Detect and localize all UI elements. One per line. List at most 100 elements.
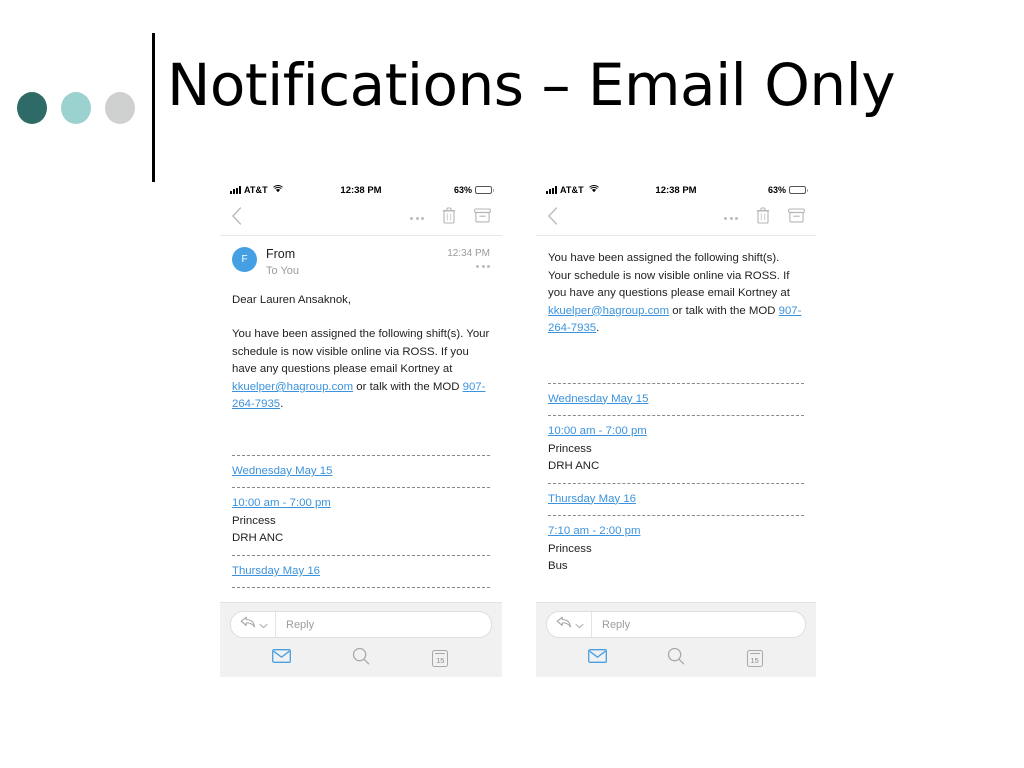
email-paragraph-text: You have been assigned the following shi…: [232, 328, 490, 376]
avatar: F: [232, 247, 257, 272]
tab-search[interactable]: [659, 647, 693, 669]
battery-percent-label: 63%: [767, 185, 786, 195]
battery-percent-label: 63%: [453, 185, 472, 195]
phone-screenshot-left: AT&T 12:38 PM 63% F From To You 12:34 PM…: [220, 175, 502, 677]
schedule-detail-line: DRH ANC: [232, 532, 284, 545]
reply-input-row[interactable]: Reply: [546, 611, 806, 638]
carrier-label: AT&T: [244, 185, 268, 195]
tab-mail[interactable]: [580, 647, 614, 669]
chevron-left-icon[interactable]: [547, 206, 558, 230]
ellipsis-icon[interactable]: [410, 216, 424, 220]
nav-actions: [724, 207, 805, 229]
email-paragraph: You have been assigned the following shi…: [548, 250, 804, 338]
schedule-day-label[interactable]: Wednesday May 15: [548, 391, 804, 409]
schedule-time-label[interactable]: 10:00 am - 7:00 pm: [232, 495, 490, 513]
email-address-link[interactable]: kkuelper@hagroup.com: [232, 381, 353, 393]
nav-bar: [220, 201, 502, 236]
signal-bars-icon: [546, 186, 557, 194]
tab-search[interactable]: [344, 647, 378, 669]
status-bar-right: 63%: [453, 185, 494, 195]
email-timestamp: 12:34 PM: [447, 248, 490, 259]
email-body: Dear Lauren Ansaknok, You have been assi…: [220, 284, 502, 589]
schedule-divider: [232, 487, 490, 489]
schedule-day-label[interactable]: Thursday May 16: [232, 563, 490, 581]
schedule-detail-line: Princess: [548, 442, 592, 455]
schedule-detail-line: Princess: [548, 542, 592, 555]
schedule-day-label[interactable]: Thursday May 16: [548, 491, 804, 509]
search-icon: [352, 647, 370, 670]
calendar-icon: 15: [746, 649, 763, 667]
email-header: F From To You 12:34 PM: [220, 236, 502, 284]
schedule-time-label[interactable]: 7:10 am - 2:00 pm: [548, 523, 804, 541]
envelope-icon: [587, 648, 607, 668]
archive-icon[interactable]: [788, 208, 805, 228]
signal-bars-icon: [230, 186, 241, 194]
tab-bar: 15: [536, 647, 816, 669]
archive-icon[interactable]: [474, 208, 491, 228]
trash-icon[interactable]: [756, 207, 770, 229]
schedule-detail-line: Princess: [232, 514, 276, 527]
reply-input[interactable]: Reply: [592, 619, 630, 631]
tab-calendar[interactable]: 15: [738, 647, 772, 669]
schedule-detail-line: DRH ANC: [548, 460, 600, 472]
email-paragraph-period: .: [596, 322, 600, 334]
schedule-divider: [548, 382, 804, 384]
email-paragraph-text: You have been assigned the following shi…: [548, 252, 790, 299]
schedule-divider: [548, 482, 804, 484]
reply-input[interactable]: Reply: [276, 619, 314, 631]
envelope-icon: [272, 648, 292, 668]
email-body: You have been assigned the following shi…: [536, 236, 816, 576]
schedule-day-label[interactable]: Wednesday May 15: [232, 463, 490, 481]
reply-input-row[interactable]: Reply: [230, 611, 492, 638]
wifi-icon: [272, 184, 283, 196]
reply-button[interactable]: [231, 612, 276, 637]
status-bar-left: AT&T: [546, 184, 599, 196]
accent-dot-gray: [105, 92, 135, 124]
schedule-divider: [232, 454, 490, 456]
email-header-right: 12:34 PM: [447, 247, 490, 268]
page-title: Notifications – Email Only: [167, 51, 896, 119]
schedule-divider: [548, 515, 804, 516]
tab-bar: 15: [220, 647, 502, 669]
schedule-divider: [548, 415, 804, 416]
carrier-label: AT&T: [560, 185, 584, 195]
email-address-link[interactable]: kkuelper@hagroup.com: [548, 305, 669, 317]
email-paragraph-period: .: [280, 398, 284, 411]
ellipsis-icon[interactable]: [447, 265, 490, 268]
bottom-bar: Reply 15: [220, 602, 502, 677]
schedule-divider: [232, 554, 490, 556]
slide-header: Notifications – Email Only: [0, 0, 1024, 185]
accent-dot-light: [61, 92, 91, 124]
reply-button[interactable]: [547, 612, 592, 637]
nav-bar: [536, 201, 816, 236]
email-paragraph-text-2: or talk with the MOD: [669, 304, 779, 317]
reply-arrow-icon: [240, 616, 256, 634]
email-to-label[interactable]: To You: [266, 264, 447, 278]
calendar-day-number: 15: [436, 656, 445, 665]
email-paragraph-text-2: or talk with the MOD: [353, 380, 463, 393]
schedule-detail-line: Bus: [548, 560, 568, 572]
status-bar: AT&T 12:38 PM 63%: [220, 175, 502, 201]
schedule-divider: [232, 587, 490, 589]
status-bar-left: AT&T: [230, 184, 283, 196]
battery-icon: [789, 185, 808, 195]
email-paragraph: You have been assigned the following shi…: [232, 326, 490, 414]
calendar-icon: 15: [432, 649, 449, 667]
ellipsis-icon[interactable]: [724, 216, 738, 220]
email-from-label: From: [266, 247, 296, 261]
email-greeting: Dear Lauren Ansaknok,: [232, 293, 352, 306]
schedule-time-label[interactable]: 10:00 am - 7:00 pm: [548, 423, 804, 441]
tab-calendar[interactable]: 15: [423, 647, 457, 669]
trash-icon[interactable]: [442, 207, 456, 229]
title-divider-rule: [152, 33, 155, 182]
wifi-icon: [588, 184, 599, 196]
chevron-left-icon[interactable]: [231, 206, 242, 230]
calendar-day-number: 15: [750, 656, 759, 665]
tab-mail[interactable]: [265, 647, 299, 669]
email-sender-block: From To You: [266, 247, 447, 278]
chevron-down-icon: [575, 616, 584, 634]
bottom-bar: Reply 15: [536, 602, 816, 677]
accent-dot-dark: [17, 92, 47, 124]
